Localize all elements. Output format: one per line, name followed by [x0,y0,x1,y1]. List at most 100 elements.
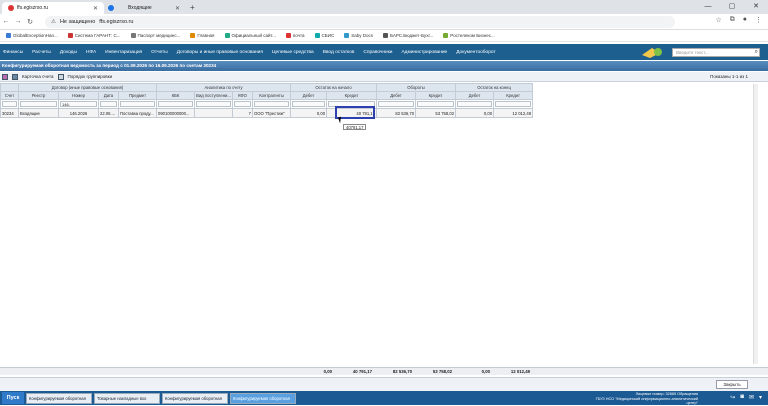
cell-account[interactable]: 30234 [0,108,19,118]
col-header-number[interactable]: Номер [58,91,99,100]
menu-item-contracts[interactable]: Договоры и иные правовые основания [177,50,263,55]
filter-input-account[interactable] [2,101,17,107]
cell-subject[interactable]: Поставка проду... [117,108,158,118]
filter-input-income-type[interactable] [196,101,232,107]
cell-date[interactable]: 22.06.... [98,108,119,118]
filter-input-subject[interactable] [120,101,156,107]
bookmark-item[interactable]: Ростелеком Бизнес... [443,33,495,38]
export-icon[interactable] [2,73,8,80]
filter-input-turn-debit[interactable] [378,101,415,107]
menu-item-reports[interactable]: Отчеты [151,50,168,55]
col-header-close-credit[interactable]: Кредит [493,91,534,100]
col-header-turn-debit[interactable]: Дебет [376,91,417,100]
filter-input-date[interactable] [100,101,117,107]
col-header-open-debit[interactable]: Дебет [290,91,328,100]
cell-turn-credit[interactable]: 53 758,02 [415,108,457,118]
bookmark-item[interactable]: Saby Docs [344,33,373,38]
search-icon[interactable]: ⌕ [755,49,758,56]
browser-tab-active[interactable]: ffs.egiszrso.ru ✕ [2,2,104,14]
cell-turn-debit[interactable]: 82 536,70 [376,108,417,118]
bookmark-item[interactable]: БАРС.Бюджет-Бухг... [383,33,433,38]
cell-close-debit[interactable]: 0,00 [455,108,495,118]
filter-input-close-credit[interactable] [495,101,532,107]
filter-input-number[interactable]: 146. [60,101,97,107]
start-button[interactable]: Пуск [2,392,24,404]
search-input[interactable]: Введите текст... ⌕ [672,48,760,57]
browser-menu-icon[interactable]: ⋮ [755,16,762,24]
cell-close-credit[interactable]: 12 012,49 [493,108,534,118]
menu-item-inventory[interactable]: Инвентаризация [105,50,142,55]
minimize-icon[interactable]: — [696,0,720,14]
col-header-kbk[interactable]: КБК [156,91,196,100]
menu-item-opening-balances[interactable]: Ввод остатков [323,50,355,55]
menu-item-settlements[interactable]: Расчеты [32,50,51,55]
col-header-open-credit[interactable]: Кредит [326,91,378,100]
col-header-kfo[interactable]: КФО [232,91,254,100]
close-button[interactable]: Закрыть [716,380,748,389]
grouping-order-button[interactable]: Порядок группировки [68,74,113,79]
col-header-counterparty[interactable]: Контрагенты [252,91,292,100]
camera-icon[interactable]: ◙ [740,394,744,401]
filter-input-registry[interactable] [20,101,57,107]
filter-input-kfo[interactable] [234,101,252,107]
col-header-turn-credit[interactable]: Кредит [415,91,457,100]
filter-input-open-debit[interactable] [292,101,326,107]
reload-icon[interactable]: ↻ [24,18,36,26]
taskbar-item-active[interactable]: Конфигурируемая оборотная [230,392,296,404]
filter-input-kbk[interactable] [158,101,194,107]
close-tab-icon[interactable]: ✕ [175,5,180,12]
bookmark-item[interactable]: Главная [190,33,215,38]
account-card-button[interactable]: Карточка счета [22,74,54,79]
extensions-icon[interactable]: ⧉ [730,16,735,24]
cell-counterparty[interactable]: ООО "Престиж" [252,108,292,118]
browser-tab-inbox[interactable] [106,2,122,14]
cell-open-debit[interactable]: 0,00 [290,108,328,118]
exit-icon[interactable]: ↪ [730,394,735,401]
filter-input-close-debit[interactable] [457,101,493,107]
menu-item-administration[interactable]: Администрирование [401,50,447,55]
back-icon[interactable]: ← [0,18,12,25]
taskbar-item[interactable]: Товарные накладные вхо [94,392,160,404]
col-header-date[interactable]: Дата [98,91,119,100]
filter-input-counterparty[interactable] [254,101,290,107]
col-header-subject[interactable]: Предмет [117,91,158,100]
settings-icon[interactable] [12,73,18,80]
collapse-icon[interactable]: ▾ [759,394,762,401]
bookmark-item[interactable]: Паспорт медицинс... [130,33,180,38]
taskbar-item[interactable]: Конфигурируемая оборотная [162,392,228,404]
bookmark-item[interactable]: GlobalExceptionHan... [6,33,58,38]
menu-item-income[interactable]: Доходы [60,50,77,55]
menu-item-nfa[interactable]: НФА [86,50,96,55]
taskbar-item[interactable]: Конфигурируемая оборотная [26,392,92,404]
profile-icon[interactable]: ● [743,16,747,24]
grouping-icon[interactable] [57,73,64,80]
bookmark-item[interactable]: Официальный сайт... [224,33,276,38]
menu-item-finance[interactable]: Финансы [3,50,23,55]
bookmark-item[interactable]: Система ГАРАНТ: С... [67,33,121,38]
close-tab-icon[interactable]: ✕ [93,5,98,12]
cell-registry[interactable]: Входящие [18,108,59,118]
cell-kbk[interactable]: 090100000000... [156,108,196,118]
maximize-icon[interactable]: ▢ [720,0,744,14]
bookmark-star-icon[interactable]: ☆ [715,16,721,24]
forward-icon[interactable]: → [12,18,24,25]
col-header-close-debit[interactable]: Дебет [455,91,495,100]
close-window-icon[interactable]: ✕ [744,0,768,14]
browser-tab-inbox-label[interactable]: Входящие ✕ [122,2,186,14]
col-header-account[interactable]: Счет [0,91,19,100]
cell-number[interactable]: 146.2026 [58,108,99,118]
menu-item-target-funds[interactable]: Целевые средства [272,50,314,55]
col-header-registry[interactable]: Реестр [18,91,59,100]
url-field[interactable]: ⚠ Не защищено ffs.egiszrso.ru [45,16,675,28]
menu-item-directories[interactable]: Справочники [363,50,392,55]
mail-icon[interactable]: ✉ [749,394,754,401]
vertical-scrollbar[interactable] [753,84,758,364]
cell-income-type[interactable] [194,108,234,118]
bookmark-item[interactable]: СБИС [314,33,334,38]
table-row[interactable]: 30234 Входящие 146.2026 22.06.... Постав… [0,108,534,118]
bookmark-item[interactable]: почта [285,33,305,38]
new-tab-icon[interactable]: + [190,3,195,12]
menu-item-document-flow[interactable]: Документооборот [456,50,495,55]
col-header-income-type[interactable]: Вид поступлени... [194,91,234,100]
cell-kfo[interactable]: 7 [232,108,254,118]
